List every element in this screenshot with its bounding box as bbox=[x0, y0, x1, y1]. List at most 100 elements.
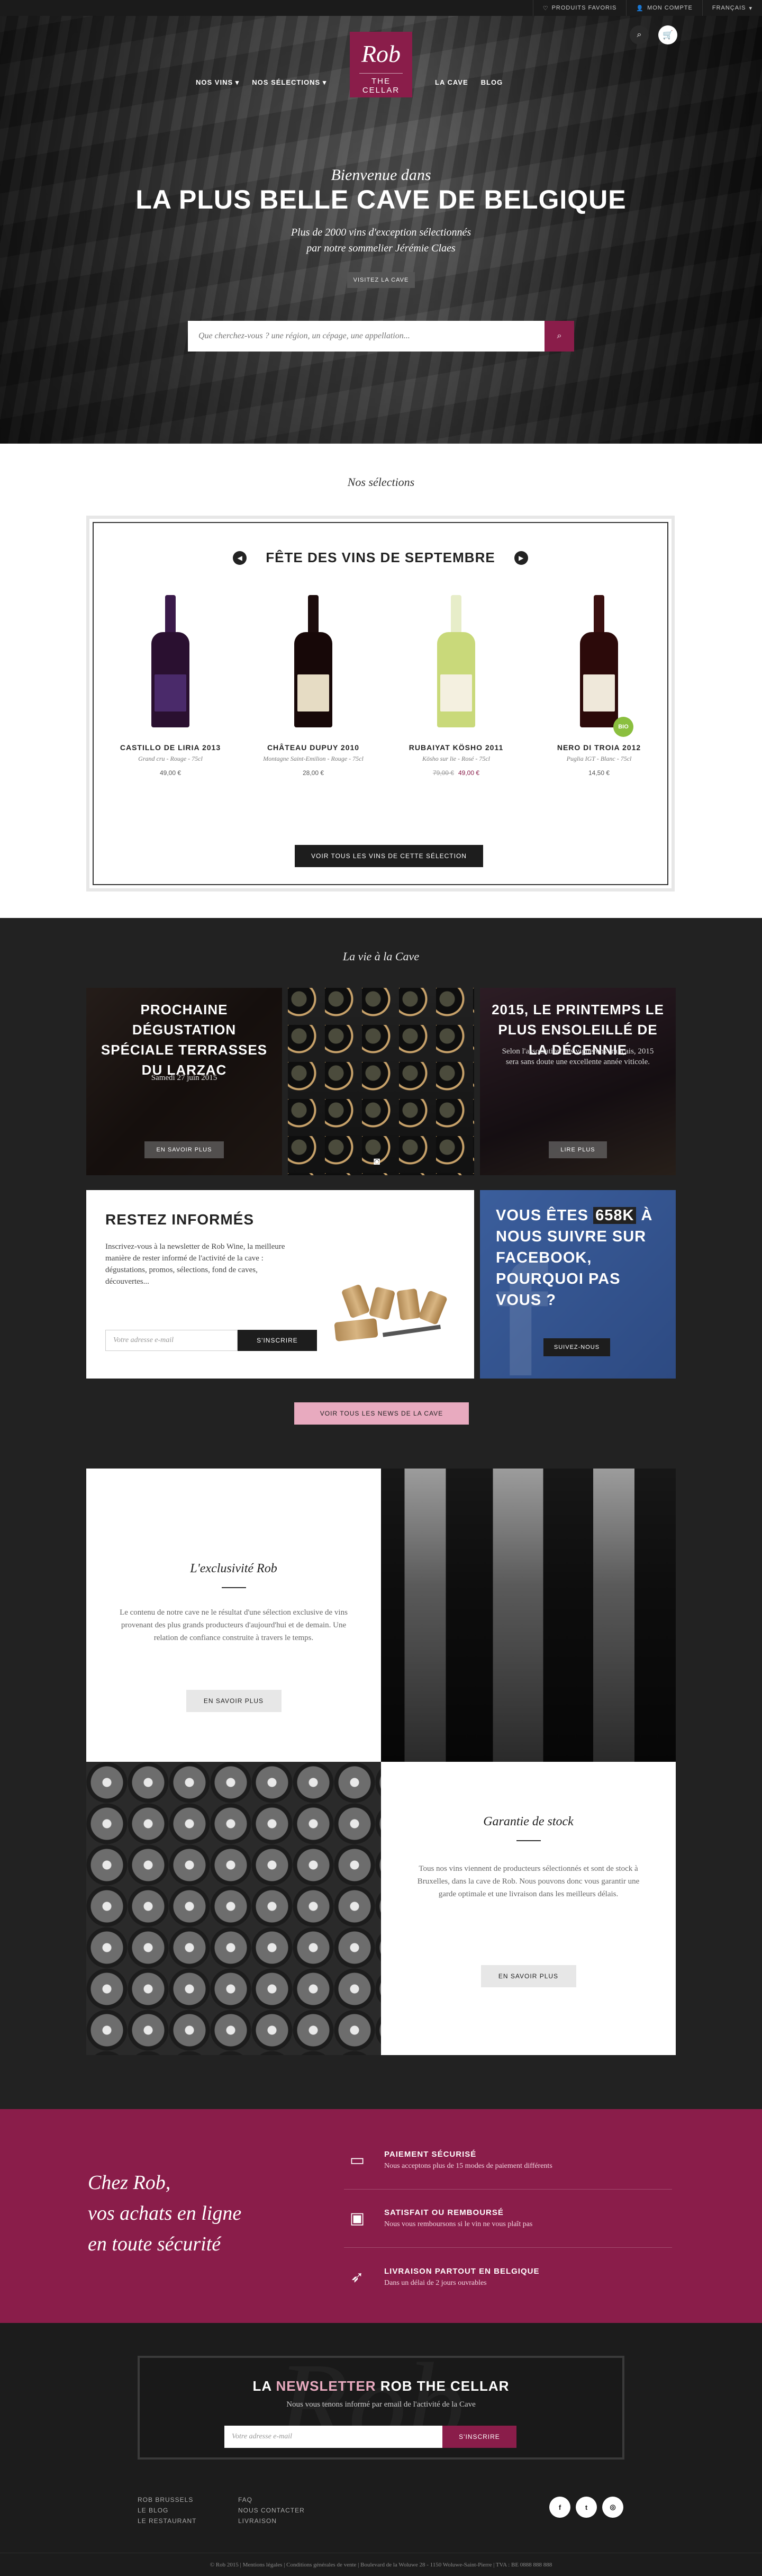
product-name: Château Dupuy 2010 bbox=[267, 743, 360, 752]
stock-title: Garantie de stock bbox=[483, 1815, 574, 1829]
old-price: 79,00 € bbox=[432, 769, 454, 777]
logo-script: Rob bbox=[361, 40, 401, 67]
stock-block: Garantie de stock Tous nos vins viennent… bbox=[381, 1762, 676, 2055]
secure-item: ▭ Paiement sécurisé Nous acceptons plus d… bbox=[344, 2131, 672, 2190]
language-select[interactable]: Français ▾ bbox=[702, 0, 762, 16]
credit-card-icon: ▭ bbox=[349, 2151, 365, 2169]
nav-label: Nos vins bbox=[196, 78, 233, 86]
nav-item-blog[interactable]: Blog bbox=[481, 78, 503, 86]
wine-bottle-image bbox=[149, 595, 192, 727]
logo-sub: The Cellar bbox=[359, 73, 403, 95]
hero-subtitle-line-2: par notre sommelier Jérémie Claes bbox=[306, 242, 456, 254]
product-card[interactable]: Rubaiyat Kösho 2011 Kösho sur lie - Rosé… bbox=[401, 595, 512, 777]
footer-newsletter-subtitle: Nous vous tenons informé par email de l'… bbox=[286, 2400, 476, 2409]
secure-item-text: Nous acceptons plus de 15 modes de paiem… bbox=[384, 2162, 552, 2170]
chevron-down-icon: ▾ bbox=[749, 5, 752, 12]
stock-more-button[interactable]: En savoir plus bbox=[480, 1965, 576, 1987]
product-name: Castillo de Liria 2013 bbox=[120, 743, 221, 752]
instagram-icon[interactable]: ◎ bbox=[602, 2497, 623, 2518]
product-name: Nero di Troia 2012 bbox=[557, 743, 641, 752]
product-name: Rubaiyat Kösho 2011 bbox=[409, 743, 504, 752]
wine-bottle-image bbox=[435, 595, 477, 727]
footer-link[interactable]: Rob Brussels bbox=[138, 2494, 196, 2505]
secure-item-title: Satisfait ou remboursé bbox=[384, 2208, 504, 2217]
social-links: f t ◎ bbox=[549, 2497, 623, 2518]
footer: Rob La newsletter Rob The Cellar Nous vo… bbox=[0, 2323, 762, 2576]
footer-email-input[interactable]: Votre adresse e-mail bbox=[224, 2426, 442, 2448]
view-selection-button[interactable]: Voir tous les vins de cette sélection bbox=[295, 845, 483, 867]
footer-links-col-2: FAQ Nous contacter Livraison bbox=[238, 2494, 305, 2526]
secure-item-title: Livraison partout en Belgique bbox=[384, 2266, 540, 2276]
account-label: Mon compte bbox=[647, 5, 693, 11]
footer-link[interactable]: Le Blog bbox=[138, 2505, 196, 2516]
product-card[interactable]: Château Dupuy 2010 Montagne Saint-Emilio… bbox=[258, 595, 369, 777]
bio-badge: BIO bbox=[613, 717, 633, 737]
section-title: Nos sélections bbox=[347, 475, 415, 489]
wallet-icon: ▣ bbox=[349, 2210, 365, 2227]
stock-text: Tous nos vins viennent de producteurs sé… bbox=[417, 1865, 640, 1898]
secure-title: Chez Rob, vos achats en ligne en toute s… bbox=[88, 2167, 241, 2259]
language-label: Français bbox=[712, 5, 746, 11]
bottles-bw-photo bbox=[86, 1762, 381, 2055]
chevron-right-icon[interactable]: ▶ bbox=[514, 551, 528, 565]
features-wrapper: L'exclusivité Rob Le contenu de notre ca… bbox=[0, 918, 762, 2109]
product-card[interactable]: Castillo de Liria 2013 Grand cru - Rouge… bbox=[115, 595, 226, 777]
search-input[interactable] bbox=[188, 321, 545, 352]
footer-subscribe-button[interactable]: S'inscrire bbox=[442, 2426, 516, 2448]
product-price: 14,50 € bbox=[543, 769, 655, 777]
exclusivity-title: L'exclusivité Rob bbox=[190, 1562, 277, 1575]
exclusivity-block: L'exclusivité Rob Le contenu de notre ca… bbox=[86, 1469, 381, 1762]
footer-link[interactable]: Le Restaurant bbox=[138, 2516, 196, 2526]
secure-item: ➶ Livraison partout en Belgique Dans un d… bbox=[344, 2248, 672, 2306]
secure-title-line-1: Chez Rob, bbox=[88, 2172, 171, 2194]
favorites-label: Produits favoris bbox=[551, 5, 617, 11]
secure-item-text: Dans un délai de 2 jours ouvrables bbox=[384, 2278, 487, 2287]
team-photo bbox=[381, 1469, 676, 1762]
product-price: 79,00 € 49,00 € bbox=[401, 769, 512, 777]
exclusivity-more-button[interactable]: En savoir plus bbox=[186, 1690, 282, 1712]
nl-title-highlight: newsletter bbox=[276, 2378, 376, 2394]
hero-welcome: Bienvenue dans bbox=[331, 166, 431, 184]
facebook-icon[interactable]: f bbox=[549, 2497, 570, 2518]
product-desc: Kösho sur lie - Rosé - 75cl bbox=[422, 755, 490, 762]
favorites-link[interactable]: ♡ Produits favoris bbox=[532, 0, 627, 16]
user-icon: 👤 bbox=[636, 5, 645, 12]
nav-item-nos-selections[interactable]: Nos sélections ▾ bbox=[252, 78, 326, 87]
search-button[interactable]: ⌕ bbox=[545, 321, 574, 352]
nl-title-post: Rob The Cellar bbox=[376, 2378, 510, 2394]
footer-link[interactable]: Nous contacter bbox=[238, 2505, 305, 2516]
top-bar: ♡ Produits favoris 👤 Mon compte Français ▾ bbox=[0, 0, 762, 16]
exclusivity-text: Le contenu de notre cave ne le résultat … bbox=[120, 1608, 348, 1642]
product-card[interactable]: BIO Nero di Troia 2012 Puglia IGT - Blan… bbox=[543, 595, 655, 777]
chevron-left-icon[interactable]: ◀ bbox=[233, 551, 247, 565]
secure-item-title: Paiement sécurisé bbox=[384, 2150, 477, 2159]
product-price: 49,00 € bbox=[115, 769, 226, 777]
cart-icon[interactable]: 🛒 bbox=[658, 25, 677, 44]
hero-title: La plus belle cave de Belgique bbox=[135, 185, 627, 214]
product-desc: Grand cru - Rouge - 75cl bbox=[138, 755, 203, 762]
chevron-down-icon: ▾ bbox=[235, 78, 240, 86]
account-link[interactable]: 👤 Mon compte bbox=[626, 0, 702, 16]
hero-icons: ⌕ 🛒 bbox=[630, 25, 677, 44]
nav-label: Nos sélections bbox=[252, 78, 321, 86]
product-list: Castillo de Liria 2013 Grand cru - Rouge… bbox=[115, 595, 655, 777]
hero: Rob The Cellar Nos vins ▾ Nos sélections… bbox=[0, 0, 762, 444]
price: 49,00 € bbox=[159, 769, 182, 777]
secure-title-line-3: en toute sécurité bbox=[88, 2233, 221, 2255]
selections-section: Nos sélections ◀ Fête des vins de septem… bbox=[0, 444, 762, 918]
secure-item: ▣ Satisfait ou remboursé Nous vous rembou… bbox=[344, 2190, 672, 2248]
twitter-icon[interactable]: t bbox=[576, 2497, 597, 2518]
price: 14,50 € bbox=[588, 769, 610, 777]
search-icon[interactable]: ⌕ bbox=[630, 25, 649, 44]
copyright: © Rob 2015 | Mentions légales | Conditio… bbox=[0, 2553, 762, 2576]
visit-cave-button[interactable]: Visitez la cave bbox=[347, 272, 415, 288]
footer-newsletter-title: La newsletter Rob The Cellar bbox=[140, 2378, 622, 2394]
logo[interactable]: Rob The Cellar bbox=[350, 32, 412, 97]
footer-link[interactable]: FAQ bbox=[238, 2494, 305, 2505]
hero-search: ⌕ bbox=[188, 321, 574, 352]
main-nav-right: La cave Blog bbox=[435, 78, 503, 86]
footer-link[interactable]: Livraison bbox=[238, 2516, 305, 2526]
nav-item-la-cave[interactable]: La cave bbox=[435, 78, 468, 86]
nav-item-nos-vins[interactable]: Nos vins ▾ bbox=[196, 78, 239, 87]
nl-title-pre: La bbox=[252, 2378, 276, 2394]
